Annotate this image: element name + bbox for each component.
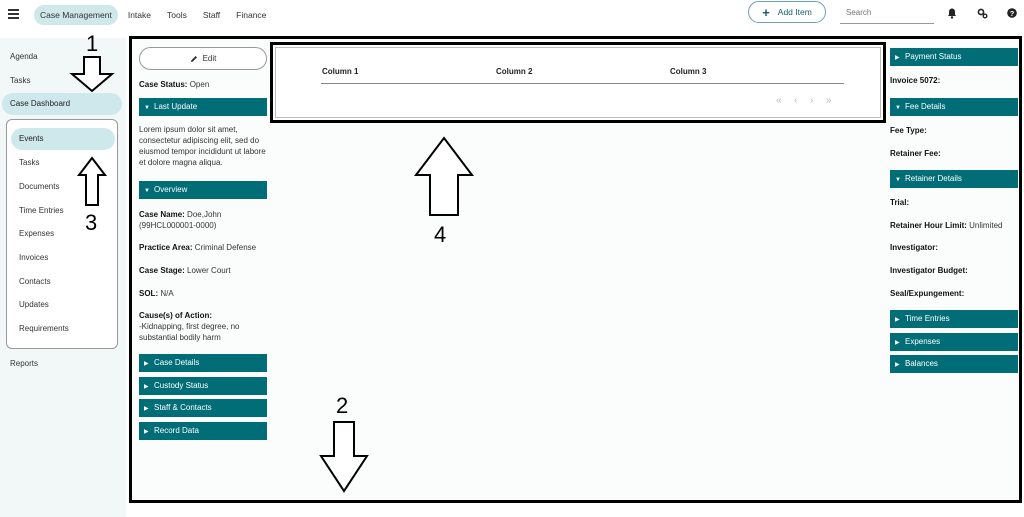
add-item-button[interactable]: + Add Item — [748, 1, 826, 23]
nav-staff[interactable]: Staff — [197, 5, 226, 25]
fee-details-section[interactable]: ▼ Fee Details — [890, 98, 1018, 116]
column-header-2[interactable]: Column 2 — [496, 67, 532, 76]
arrow-down-icon — [319, 421, 369, 493]
annotation-number-4: 4 — [434, 222, 447, 247]
case-name-field: Case Name: Doe,John (99HCL000001-0000) — [139, 210, 222, 230]
cause-of-action-label: Cause(s) of Action: — [139, 311, 213, 320]
plus-icon: + — [762, 4, 770, 20]
case-dashboard-subnav: Events Tasks Documents Time Entries Expe… — [6, 119, 118, 349]
menu-icon[interactable] — [8, 9, 19, 19]
sidebar-item-tasks[interactable]: Tasks — [10, 76, 30, 85]
case-stage-field: Case Stage: Lower Court — [139, 266, 231, 275]
annotation-number-2: 2 — [336, 393, 349, 418]
annotation-number-3: 3 — [85, 210, 98, 235]
top-bar: Case Management Intake Tools Staff Finan… — [0, 0, 1024, 32]
bell-icon[interactable] — [946, 8, 958, 20]
caret-down-icon: ▼ — [144, 105, 150, 111]
cause-of-action-value: -Kidnapping, first degree, no substantia… — [139, 322, 240, 342]
overview-section[interactable]: ▼ Overview — [139, 181, 267, 199]
first-page-button[interactable]: « — [776, 95, 782, 106]
caret-right-icon: ▶ — [144, 429, 149, 435]
balances-section[interactable]: ▶ Balances — [890, 355, 1018, 373]
time-entries-section[interactable]: ▶ Time Entries — [890, 310, 1018, 328]
subnav-item-tasks[interactable]: Tasks — [19, 158, 39, 167]
invoice-field: Invoice 5072: — [890, 76, 941, 85]
nav-finance[interactable]: Finance — [230, 5, 272, 25]
investigator-budget-field: Investigator Budget: — [890, 266, 968, 275]
arrow-up-icon — [413, 136, 475, 216]
sidebar-item-reports[interactable]: Reports — [10, 359, 38, 368]
custody-status-section[interactable]: ▶ Custody Status — [139, 377, 267, 395]
nav-tools[interactable]: Tools — [161, 5, 193, 25]
events-table-panel: Column 1 Column 2 Column 3 « ‹ › » — [270, 42, 886, 123]
pencil-icon — [190, 55, 197, 62]
subnav-item-requirements[interactable]: Requirements — [19, 324, 69, 333]
caret-right-icon: ▶ — [895, 340, 900, 346]
svg-text:?: ? — [1010, 9, 1015, 18]
add-item-label: Add Item — [777, 7, 812, 17]
caret-right-icon: ▶ — [895, 317, 900, 323]
subnav-item-updates[interactable]: Updates — [19, 300, 49, 309]
next-page-button[interactable]: › — [810, 95, 813, 106]
last-page-button[interactable]: » — [826, 95, 832, 106]
nav-intake[interactable]: Intake — [122, 5, 157, 25]
events-table: Column 1 Column 2 Column 3 « ‹ › » — [275, 47, 881, 118]
sidebar-item-agenda[interactable]: Agenda — [10, 52, 38, 61]
record-data-section[interactable]: ▶ Record Data — [139, 422, 267, 440]
practice-area-field: Practice Area: Criminal Defense — [139, 243, 257, 252]
settings-icon[interactable] — [976, 8, 988, 20]
edit-button[interactable]: Edit — [139, 47, 267, 70]
sidebar: Agenda Tasks Case Dashboard Events Tasks… — [0, 38, 126, 517]
case-status-field: Case Status: Open — [139, 80, 210, 89]
prev-page-button[interactable]: ‹ — [794, 95, 797, 106]
caret-down-icon: ▼ — [144, 188, 150, 194]
fee-type-field: Fee Type: — [890, 126, 927, 135]
caret-right-icon: ▶ — [144, 361, 149, 367]
last-update-section[interactable]: ▼ Last Update — [139, 98, 267, 116]
subnav-item-invoices[interactable]: Invoices — [19, 253, 48, 262]
staff-contacts-section[interactable]: ▶ Staff & Contacts — [139, 399, 267, 417]
sol-field: SOL: N/A — [139, 289, 174, 298]
caret-right-icon: ▶ — [895, 55, 900, 61]
caret-down-icon: ▼ — [895, 105, 901, 111]
seal-expungement-field: Seal/Expungement: — [890, 289, 965, 298]
expenses-section[interactable]: ▶ Expenses — [890, 333, 1018, 351]
nav-case-management[interactable]: Case Management — [34, 5, 118, 25]
edit-label: Edit — [202, 54, 217, 63]
caret-right-icon: ▶ — [144, 406, 149, 412]
subnav-item-contacts[interactable]: Contacts — [19, 277, 51, 286]
search-input[interactable] — [840, 2, 934, 24]
subnav-item-events[interactable]: Events — [11, 128, 115, 150]
top-nav: Case Management Intake Tools Staff Finan… — [34, 5, 272, 25]
help-icon[interactable]: ? — [1006, 8, 1018, 20]
arrow-down-icon — [69, 56, 115, 93]
caret-right-icon: ▶ — [144, 384, 149, 390]
table-header-divider — [321, 83, 844, 84]
column-header-1[interactable]: Column 1 — [322, 67, 358, 76]
trial-field: Trial: — [890, 198, 910, 207]
payment-status-section[interactable]: ▶ Payment Status — [890, 48, 1018, 66]
investigator-field: Investigator: — [890, 243, 939, 252]
caret-right-icon: ▶ — [895, 362, 900, 368]
subnav-item-expenses[interactable]: Expenses — [19, 229, 54, 238]
arrow-up-icon — [76, 156, 108, 206]
subnav-item-time-entries[interactable]: Time Entries — [19, 206, 64, 215]
sidebar-item-case-dashboard[interactable]: Case Dashboard — [2, 93, 122, 115]
column-header-3[interactable]: Column 3 — [670, 67, 706, 76]
last-update-text: Lorem ipsum dolor sit amet, consectetur … — [139, 125, 266, 167]
caret-down-icon: ▼ — [895, 177, 901, 183]
annotation-number-1: 1 — [86, 31, 99, 56]
retainer-fee-field: Retainer Fee: — [890, 149, 941, 158]
retainer-details-section[interactable]: ▼ Retainer Details — [890, 170, 1018, 188]
case-details-section[interactable]: ▶ Case Details — [139, 354, 267, 372]
retainer-hour-limit-field: Retainer Hour Limit: Unlimited — [890, 221, 1003, 230]
subnav-item-documents[interactable]: Documents — [19, 182, 59, 191]
